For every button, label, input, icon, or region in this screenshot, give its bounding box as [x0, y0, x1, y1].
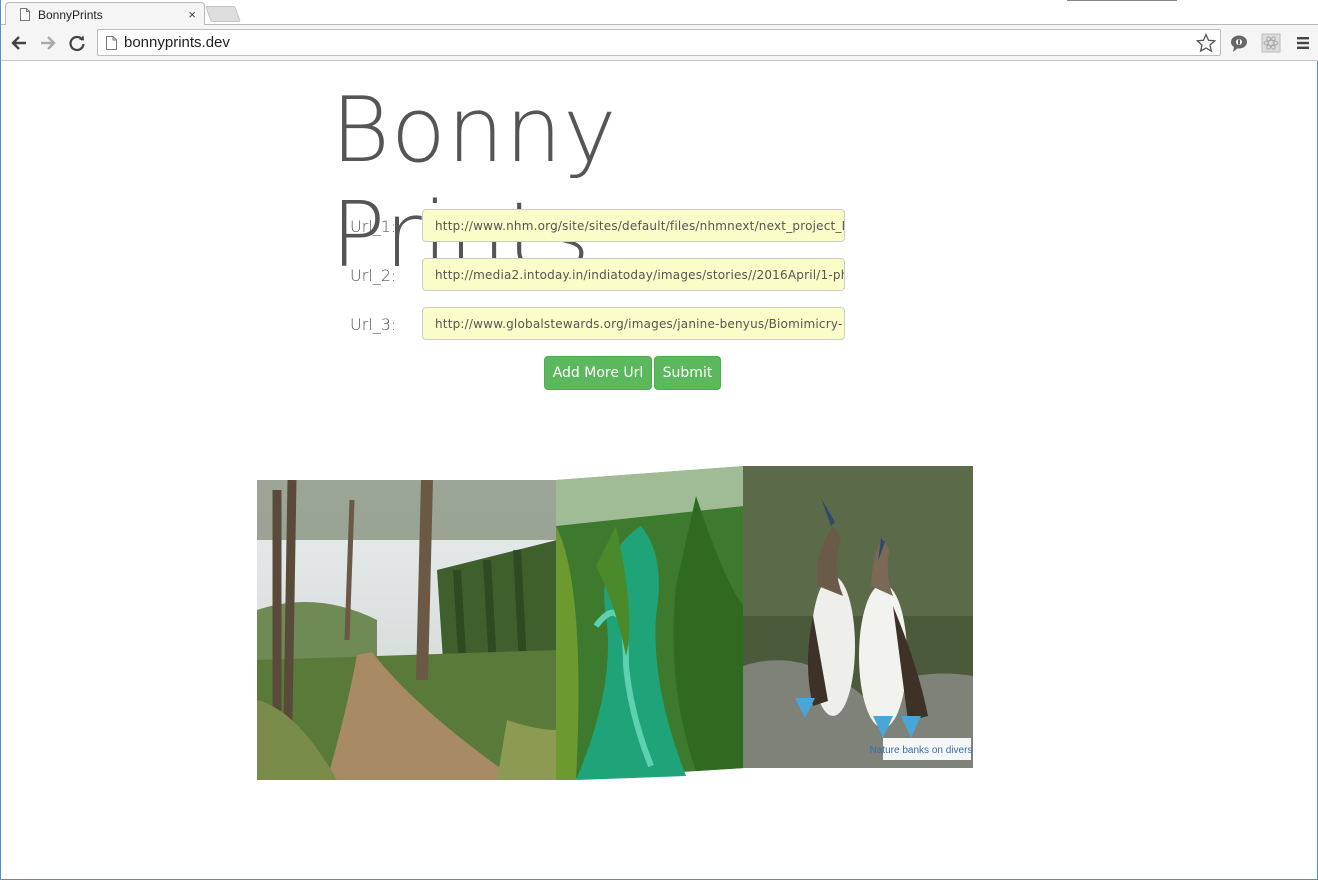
page-icon [20, 8, 30, 21]
submit-button[interactable]: Submit [654, 356, 721, 390]
browser-tab[interactable]: BonnyPrints × [5, 2, 205, 26]
forward-button[interactable] [38, 33, 58, 53]
photo-caption: Nature banks on diversity. [870, 745, 973, 756]
menu-hamburger-icon[interactable] [1293, 33, 1313, 53]
river-gorge-photo [556, 466, 744, 780]
extension-chat-icon[interactable] [1229, 33, 1249, 53]
url-input-1[interactable]: http://www.nhm.org/site/sites/default/fi… [422, 209, 845, 242]
tab-strip: BonnyPrints × [1, 0, 1318, 26]
page-title: Bonny Prints [331, 78, 618, 288]
url-row-1: Url_1: http://www.nhm.org/site/sites/def… [350, 209, 850, 243]
add-more-url-button[interactable]: Add More Url [544, 356, 652, 390]
tab-title: BonnyPrints [38, 7, 103, 22]
garden-path-photo [257, 480, 557, 780]
address-bar[interactable]: bonnyprints.dev [97, 29, 1221, 56]
reload-icon [69, 35, 85, 52]
extension-atom-icon[interactable] [1261, 33, 1281, 53]
browser-window: BonnyPrints × bonnyprints.dev Bonny Url_… [0, 0, 1318, 880]
url-label-3: Url_3: [350, 314, 397, 334]
url-input-3[interactable]: http://www.globalstewards.org/images/jan… [422, 307, 845, 340]
back-button[interactable] [9, 33, 29, 53]
blue-footed-boobies-photo: Nature banks on diversity. [743, 466, 973, 768]
tab-close-icon[interactable]: × [188, 7, 196, 22]
forward-arrow-icon [41, 36, 56, 50]
back-arrow-icon [11, 36, 26, 50]
reload-button[interactable] [67, 33, 87, 53]
url-input-2[interactable]: http://media2.intoday.in/indiatoday/imag… [422, 258, 845, 291]
window-edge-line [1067, 0, 1177, 1]
browser-toolbar: bonnyprints.dev [1, 25, 1318, 61]
bookmark-star-icon[interactable] [1196, 33, 1216, 53]
address-text: bonnyprints.dev [124, 34, 230, 51]
url-label-1: Url_1: [350, 216, 397, 236]
page-icon [106, 36, 117, 50]
new-tab-button[interactable] [205, 6, 241, 22]
url-row-3: Url_3: http://www.globalstewards.org/ima… [350, 307, 850, 341]
url-label-2: Url_2: [350, 265, 397, 285]
url-row-2: Url_2: http://media2.intoday.in/indiatod… [350, 258, 850, 292]
